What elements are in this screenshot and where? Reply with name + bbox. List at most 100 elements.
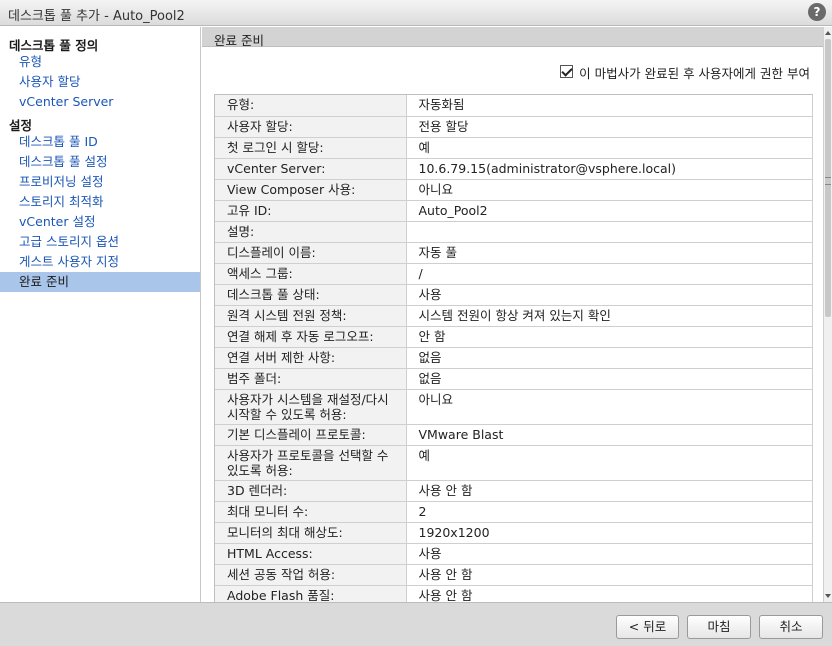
summary-key: 고유 ID: xyxy=(215,200,407,222)
summary-value: 아니요 xyxy=(406,179,813,201)
summary-value: 사용 xyxy=(406,543,813,565)
sidebar-item[interactable]: 유형 xyxy=(0,52,200,72)
summary-key: 연결 서버 제한 사항: xyxy=(215,347,407,369)
summary-row: 범주 폴더: 없음 xyxy=(215,368,813,390)
summary-key: 사용자가 프로토콜을 선택할 수 있도록 허용: xyxy=(215,445,407,481)
section-header: 완료 준비 xyxy=(202,27,832,48)
sidebar-item[interactable]: 완료 준비 xyxy=(0,272,200,292)
summary-value: 사용 안 함 xyxy=(406,480,813,502)
summary-key: 최대 모니터 수: xyxy=(215,501,407,523)
summary-value: VMware Blast xyxy=(406,424,813,446)
vertical-scrollbar[interactable] xyxy=(823,27,832,602)
cancel-button[interactable]: 취소 xyxy=(759,615,823,639)
summary-value: 예 xyxy=(406,445,813,481)
summary-key: 사용자 할당: xyxy=(215,116,407,138)
summary-row: 연결 서버 제한 사항: 없음 xyxy=(215,347,813,369)
summary-key: View Composer 사용: xyxy=(215,179,407,201)
footer-bar: < 뒤로 마침 취소 xyxy=(0,602,832,646)
summary-key: 디스플레이 이름: xyxy=(215,242,407,264)
summary-row: 원격 시스템 전원 정책: 시스템 전원이 항상 켜져 있는지 확인 xyxy=(215,305,813,327)
grant-entitlement-checkbox[interactable] xyxy=(560,65,574,78)
scroll-grip-icon xyxy=(825,177,831,185)
summary-key: 기본 디스플레이 프로토콜: xyxy=(215,424,407,446)
summary-key: 원격 시스템 전원 정책: xyxy=(215,305,407,327)
sidebar-item[interactable]: 사용자 할당 xyxy=(0,72,200,92)
back-button[interactable]: < 뒤로 xyxy=(616,615,679,639)
summary-row: 3D 렌더러: 사용 안 함 xyxy=(215,480,813,502)
summary-key: 범주 폴더: xyxy=(215,368,407,390)
summary-row: 사용자가 프로토콜을 선택할 수 있도록 허용: 예 xyxy=(215,445,813,481)
summary-row: 유형: 자동화됨 xyxy=(215,95,813,117)
summary-value: 없음 xyxy=(406,368,813,390)
section-title: 완료 준비 xyxy=(214,33,264,48)
sidebar-item[interactable]: 프로비저닝 설정 xyxy=(0,172,200,192)
summary-row: 기본 디스플레이 프로토콜: VMware Blast xyxy=(215,424,813,446)
summary-value: 2 xyxy=(406,501,813,523)
sidebar-item[interactable]: 데스크톱 풀 설정 xyxy=(0,152,200,172)
summary-row: 최대 모니터 수: 2 xyxy=(215,501,813,523)
summary-table-container: 유형: 자동화됨 사용자 할당: 전용 할당 첫 로그인 시 할당: 예 vCenter S… xyxy=(214,94,813,602)
summary-key: 데스크톱 풀 상태: xyxy=(215,284,407,306)
summary-value: / xyxy=(406,263,813,285)
sidebar-item[interactable]: vCenter Server xyxy=(0,92,200,112)
sidebar-item[interactable]: 고급 스토리지 옵션 xyxy=(0,232,200,252)
window-title: 데스크톱 풀 추가 - Auto_Pool2 xyxy=(8,9,185,24)
summary-row: 첫 로그인 시 할당: 예 xyxy=(215,137,813,159)
summary-value: 시스템 전원이 항상 켜져 있는지 확인 xyxy=(406,305,813,327)
summary-value: 10.6.79.15(administrator@vsphere.local) xyxy=(406,158,813,180)
summary-value: Auto_Pool2 xyxy=(406,200,813,222)
summary-value: 1920x1200 xyxy=(406,522,813,544)
summary-row: Adobe Flash 품질: 사용 안 함 xyxy=(215,585,813,602)
wizard-sidebar: 데스크톱 풀 정의 유형 사용자 할당 vCenter Server 설정 데스크톱 풀 … xyxy=(0,27,201,602)
help-icon[interactable]: ? xyxy=(808,3,826,21)
sidebar-item[interactable]: 데스크톱 풀 ID xyxy=(0,132,200,152)
summary-key: 3D 렌더러: xyxy=(215,480,407,502)
summary-row: View Composer 사용: 아니요 xyxy=(215,179,813,201)
sidebar-item[interactable]: 게스트 사용자 지정 xyxy=(0,252,200,272)
summary-key: 사용자가 시스템을 재설정/다시 시작할 수 있도록 허용: xyxy=(215,389,407,425)
summary-key: HTML Access: xyxy=(215,543,407,565)
summary-key: 액세스 그룹: xyxy=(215,263,407,285)
summary-row: 사용자가 시스템을 재설정/다시 시작할 수 있도록 허용: 아니요 xyxy=(215,389,813,425)
summary-value: 아니요 xyxy=(406,389,813,425)
summary-row: vCenter Server: 10.6.79.15(administrator@… xyxy=(215,158,813,180)
summary-key: 모니터의 최대 해상도: xyxy=(215,522,407,544)
summary-row: 모니터의 최대 해상도: 1920x1200 xyxy=(215,522,813,544)
summary-key: 설명: xyxy=(215,221,407,243)
summary-row: 디스플레이 이름: 자동 풀 xyxy=(215,242,813,264)
summary-key: 연결 해제 후 자동 로그오프: xyxy=(215,326,407,348)
summary-value: 사용 안 함 xyxy=(406,564,813,586)
sidebar-item[interactable]: vCenter 설정 xyxy=(0,212,200,232)
summary-key: Adobe Flash 품질: xyxy=(215,585,407,602)
main-panel: 완료 준비 이 마법사가 완료된 후 사용자에게 권한 부여 유형: 자동화됨 사용… xyxy=(202,27,832,602)
summary-row: 데스크톱 풀 상태: 사용 xyxy=(215,284,813,306)
grant-entitlement-label: 이 마법사가 완료된 후 사용자에게 권한 부여 xyxy=(579,66,810,81)
summary-value: 없음 xyxy=(406,347,813,369)
summary-key: 세션 공동 작업 허용: xyxy=(215,564,407,586)
summary-row: 설명: xyxy=(215,221,813,243)
scroll-up-icon[interactable] xyxy=(825,31,831,35)
summary-value: 사용 xyxy=(406,284,813,306)
summary-row: 고유 ID: Auto_Pool2 xyxy=(215,200,813,222)
summary-value: 안 함 xyxy=(406,326,813,348)
summary-value: 전용 할당 xyxy=(406,116,813,138)
title-bar: 데스크톱 풀 추가 - Auto_Pool2 ? xyxy=(0,0,832,26)
summary-key: vCenter Server: xyxy=(215,158,407,180)
summary-value: 자동화됨 xyxy=(406,95,813,117)
summary-value: 사용 안 함 xyxy=(406,585,813,602)
summary-row: 사용자 할당: 전용 할당 xyxy=(215,116,813,138)
summary-value: 자동 풀 xyxy=(406,242,813,264)
finish-button[interactable]: 마침 xyxy=(687,615,751,639)
scroll-down-icon[interactable] xyxy=(825,594,831,598)
summary-key: 유형: xyxy=(215,95,407,117)
sidebar-item[interactable]: 스토리지 최적화 xyxy=(0,192,200,212)
summary-row: HTML Access: 사용 xyxy=(215,543,813,565)
summary-value: 예 xyxy=(406,137,813,159)
summary-row: 세션 공동 작업 허용: 사용 안 함 xyxy=(215,564,813,586)
summary-table: 유형: 자동화됨 사용자 할당: 전용 할당 첫 로그인 시 할당: 예 vCenter S… xyxy=(215,95,813,602)
summary-key: 첫 로그인 시 할당: xyxy=(215,137,407,159)
summary-row: 연결 해제 후 자동 로그오프: 안 함 xyxy=(215,326,813,348)
summary-value xyxy=(406,221,813,243)
grant-entitlement-option[interactable]: 이 마법사가 완료된 후 사용자에게 권한 부여 xyxy=(560,63,810,81)
summary-row: 액세스 그룹: / xyxy=(215,263,813,285)
